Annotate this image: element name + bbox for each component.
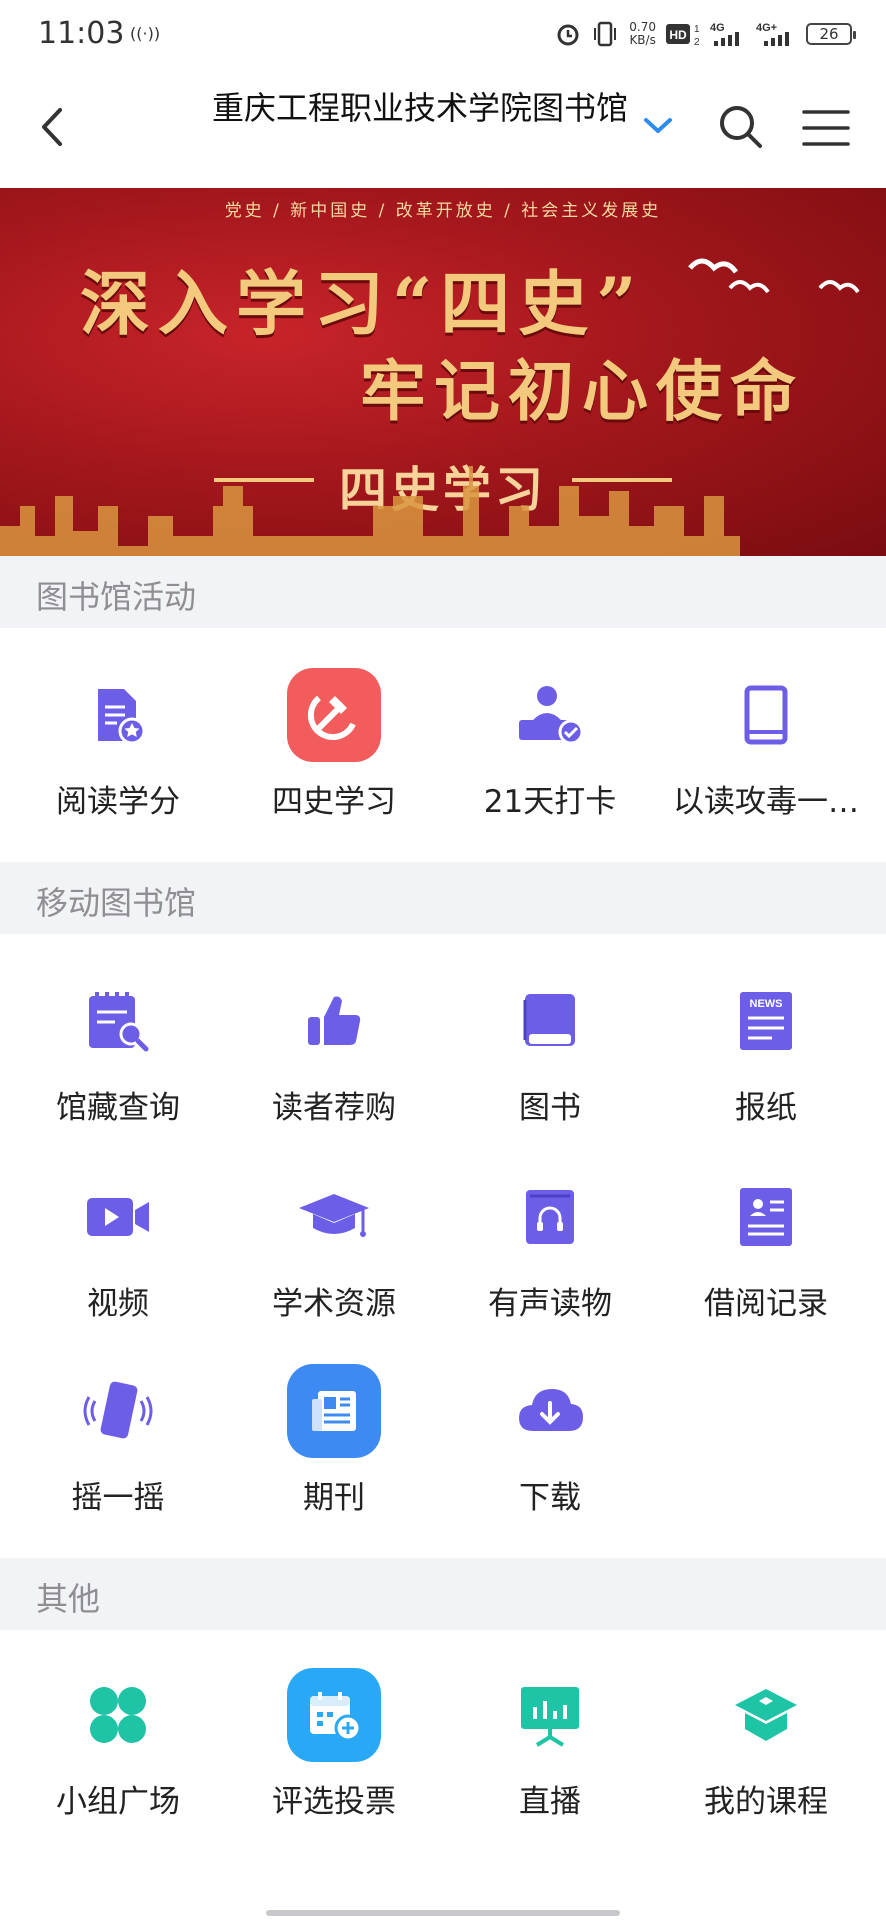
group-square-icon (71, 1668, 165, 1762)
grid-item-reader-recommend[interactable]: 读者荐购 (226, 974, 442, 1144)
grid-item-academic-resources[interactable]: 学术资源 (226, 1170, 442, 1340)
app-header: 重庆工程职业技术学院图书馆 (0, 66, 886, 188)
signal-4g-plus-icon: 4G+ (756, 22, 789, 46)
grid-item-label: 以读攻毒一… (673, 784, 859, 820)
grid-item-label: 期刊 (303, 1480, 365, 1516)
check-in-icon (503, 668, 597, 762)
graduation-cap-icon (287, 1170, 381, 1264)
section-header-mobile-library: 移动图书馆 (0, 862, 886, 934)
back-arrow-icon[interactable] (30, 102, 80, 152)
audiobook-icon (503, 1170, 597, 1264)
status-icons: 0.70 KB/s HD 1 2 4G 4G+ 26 (555, 18, 856, 50)
grid-item-four-history[interactable]: 四史学习 (226, 668, 442, 838)
borrow-record-icon (719, 1170, 813, 1264)
grid-item-label: 有声读物 (488, 1286, 612, 1322)
status-bar: 11:03 ((·)) 0.70 KB/s HD 1 2 4G 4G+ 26 (0, 0, 886, 66)
newspaper-icon: NEWS (719, 974, 813, 1068)
book-icon (719, 668, 813, 762)
battery-indicator: 26 (806, 23, 856, 45)
catalog-search-icon (71, 974, 165, 1068)
grid-item-label: 直播 (519, 1784, 581, 1820)
svg-text:HD: HD (669, 28, 687, 42)
my-course-icon (719, 1668, 813, 1762)
hammer-sickle-icon (287, 668, 381, 762)
search-icon[interactable] (716, 102, 766, 152)
grid-item-21-day-check-in[interactable]: 21天打卡 (442, 668, 658, 838)
svg-text:2: 2 (694, 37, 700, 47)
vote-calendar-icon (287, 1668, 381, 1762)
vibrate-icon (594, 21, 617, 47)
grid-item-label: 小组广场 (56, 1784, 180, 1820)
grid-item-catalog-search[interactable]: 馆藏查询 (10, 974, 226, 1144)
grid-item-label: 摇一摇 (71, 1480, 165, 1516)
alarm-icon (557, 24, 579, 46)
hamburger-menu-icon[interactable] (800, 106, 852, 150)
birds-decoration (688, 258, 860, 294)
grid-item-borrow-record[interactable]: 借阅记录 (658, 1170, 874, 1340)
grid-item-label: 报纸 (735, 1090, 797, 1126)
shake-phone-icon (71, 1364, 165, 1458)
banner-headline-1: 深入学习“四史” (80, 262, 645, 345)
grid-item-label: 阅读学分 (56, 784, 180, 820)
live-broadcast-icon (503, 1668, 597, 1762)
hd-signal-icon: HD 1 2 (666, 24, 700, 47)
grid-item-read-against-drugs[interactable]: 以读攻毒一… (658, 668, 874, 838)
home-indicator[interactable] (266, 1910, 620, 1916)
grid-item-reading-credit[interactable]: 阅读学分 (10, 668, 226, 838)
section-header-activities: 图书馆活动 (0, 556, 886, 628)
status-time: 11:03 (38, 16, 125, 51)
grid-item-label: 馆藏查询 (56, 1090, 180, 1126)
city-skyline-illustration (0, 466, 740, 556)
section-title: 移动图书馆 (36, 884, 197, 922)
section-title: 图书馆活动 (36, 578, 197, 616)
grid-item-journal[interactable]: 期刊 (226, 1364, 442, 1534)
nfc-icon: ((·)) (130, 24, 161, 43)
speed-unit: KB/s (629, 33, 656, 47)
journal-icon (287, 1364, 381, 1458)
grid-item-vote[interactable]: 评选投票 (226, 1668, 442, 1838)
grid-item-live[interactable]: 直播 (442, 1668, 658, 1838)
thumbs-up-icon (287, 974, 381, 1068)
book-icon (503, 974, 597, 1068)
chevron-down-icon[interactable] (640, 110, 676, 140)
four-history-banner[interactable]: 党史 / 新中国史 / 改革开放史 / 社会主义发展史 深入学习“四史” 牢记初… (0, 188, 886, 556)
grid-item-download[interactable]: 下载 (442, 1364, 658, 1534)
grid-item-label: 借阅记录 (704, 1286, 828, 1322)
grid-item-video[interactable]: 视频 (10, 1170, 226, 1340)
reading-credit-icon (71, 668, 165, 762)
page-title[interactable]: 重庆工程职业技术学院图书馆 (200, 88, 640, 128)
banner-headline-2: 牢记初心使命 (360, 352, 804, 430)
cloud-download-icon (503, 1364, 597, 1458)
grid-item-label: 四史学习 (272, 784, 396, 820)
grid-item-label: 视频 (87, 1286, 149, 1322)
svg-text:1: 1 (694, 24, 700, 35)
grid-item-label: 读者荐购 (272, 1090, 396, 1126)
svg-text:4G: 4G (710, 22, 725, 34)
grid-item-group-square[interactable]: 小组广场 (10, 1668, 226, 1838)
grid-item-shake[interactable]: 摇一摇 (10, 1364, 226, 1534)
network-speed: 0.70 KB/s (629, 21, 656, 47)
news-badge-text: NEWS (750, 998, 783, 1010)
grid-item-books[interactable]: 图书 (442, 974, 658, 1144)
grid-item-my-course[interactable]: 我的课程 (658, 1668, 874, 1838)
section-title: 其他 (36, 1580, 101, 1618)
banner-subtitle: 党史 / 新中国史 / 改革开放史 / 社会主义发展史 (224, 201, 662, 221)
grid-item-label: 下载 (519, 1480, 581, 1516)
svg-text:4G+: 4G+ (756, 22, 777, 34)
grid-item-label: 我的课程 (704, 1784, 828, 1820)
grid-item-label: 学术资源 (272, 1286, 396, 1322)
grid-item-label: 评选投票 (272, 1784, 396, 1820)
grid-item-label: 21天打卡 (483, 784, 617, 820)
grid-item-audiobook[interactable]: 有声读物 (442, 1170, 658, 1340)
grid-item-label: 图书 (519, 1090, 581, 1126)
grid-item-newspaper[interactable]: NEWS 报纸 (658, 974, 874, 1144)
video-icon (71, 1170, 165, 1264)
section-header-other: 其他 (0, 1558, 886, 1630)
signal-4g-icon: 4G (710, 22, 739, 46)
